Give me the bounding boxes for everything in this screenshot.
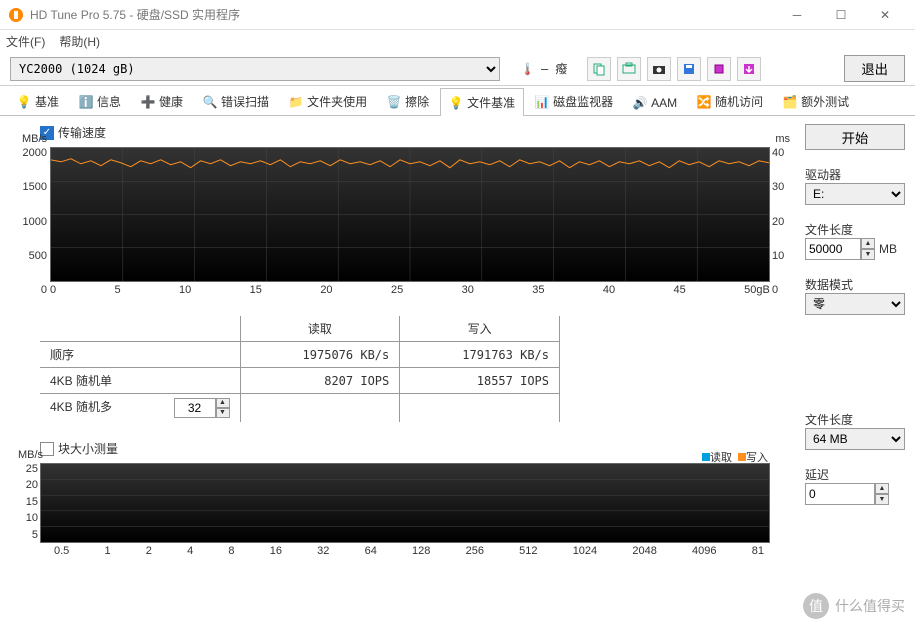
chart2-x-axis: 0.5124816326412825651210242048409681 bbox=[40, 543, 770, 557]
tab-random-access[interactable]: 🔀随机访问 bbox=[688, 87, 772, 115]
menu-file[interactable]: 文件(F) bbox=[6, 33, 45, 50]
qd-up[interactable]: ▲ bbox=[216, 398, 230, 408]
file-length2-label: 文件长度 bbox=[805, 411, 905, 428]
download-icon[interactable] bbox=[737, 57, 761, 81]
drive-label: 驱动器 bbox=[805, 166, 905, 183]
folder-icon: 📁 bbox=[289, 95, 303, 109]
drive-select[interactable]: YC2000 (1024 gB) bbox=[10, 57, 500, 81]
tab-extra-tests[interactable]: 🗂️额外测试 bbox=[774, 87, 858, 115]
table-row: 4KB 随机多 ▲▼ bbox=[40, 394, 560, 423]
menu-help[interactable]: 帮助(H) bbox=[59, 33, 100, 50]
info-icon: ℹ️ bbox=[79, 95, 93, 109]
transfer-speed-chart bbox=[50, 147, 770, 282]
app-icon bbox=[8, 7, 24, 23]
minimize-button[interactable]: ─ bbox=[775, 1, 819, 29]
y-unit-left: MB/s bbox=[22, 133, 47, 145]
chart2-y-axis: 2520151050 bbox=[18, 463, 38, 557]
toolbar: YC2000 (1024 gB) 🌡️ — 癈 退出 bbox=[0, 52, 915, 86]
file-len-up[interactable]: ▲ bbox=[861, 238, 875, 249]
settings-icon[interactable] bbox=[707, 57, 731, 81]
tab-disk-monitor[interactable]: 📊磁盘监视器 bbox=[526, 87, 622, 115]
titlebar: HD Tune Pro 5.75 - 硬盘/SSD 实用程序 ─ ☐ ✕ bbox=[0, 0, 915, 30]
data-mode-label: 数据模式 bbox=[805, 276, 905, 293]
maximize-button[interactable]: ☐ bbox=[819, 1, 863, 29]
drive-letter-select[interactable]: E: bbox=[805, 183, 905, 205]
results-table: 读取写入 顺序1975076 KB/s1791763 KB/s 4KB 随机单8… bbox=[40, 316, 560, 422]
tab-health[interactable]: ➕健康 bbox=[132, 87, 192, 115]
chart1-y-axis-right: 403020100 bbox=[772, 147, 798, 296]
tab-erase[interactable]: 🗑️擦除 bbox=[378, 87, 438, 115]
tab-folder-usage[interactable]: 📁文件夹使用 bbox=[280, 87, 376, 115]
delay-up[interactable]: ▲ bbox=[875, 483, 889, 494]
screenshot-icon[interactable] bbox=[617, 57, 641, 81]
tab-error-scan[interactable]: 🔍错误扫描 bbox=[194, 87, 278, 115]
menubar: 文件(F) 帮助(H) bbox=[0, 30, 915, 52]
file-bench-icon: 💡 bbox=[449, 96, 463, 110]
tabbar: 💡基准 ℹ️信息 ➕健康 🔍错误扫描 📁文件夹使用 🗑️擦除 💡文件基准 📊磁盘… bbox=[0, 86, 915, 116]
delay-label: 延迟 bbox=[805, 466, 905, 483]
watermark: 值 什么值得买 bbox=[803, 593, 905, 619]
chart1-y-axis-left: 2000150010005000 bbox=[15, 147, 47, 296]
temperature-icon: 🌡️ bbox=[520, 62, 535, 76]
monitor-icon: 📊 bbox=[535, 95, 549, 109]
speaker-icon: 🔊 bbox=[633, 96, 647, 110]
gauge-icon: 💡 bbox=[17, 95, 31, 109]
y-unit-right: ms bbox=[775, 133, 790, 145]
window-title: HD Tune Pro 5.75 - 硬盘/SSD 实用程序 bbox=[30, 6, 775, 23]
delay-input[interactable] bbox=[805, 483, 875, 505]
tab-info[interactable]: ℹ️信息 bbox=[70, 87, 130, 115]
health-icon: ➕ bbox=[141, 95, 155, 109]
block-size-label: 块大小测量 bbox=[58, 440, 118, 457]
watermark-logo-icon: 值 bbox=[803, 593, 829, 619]
tab-aam[interactable]: 🔊AAM bbox=[624, 90, 686, 115]
queue-depth-input[interactable] bbox=[174, 398, 216, 418]
random-icon: 🔀 bbox=[697, 95, 711, 109]
delay-down[interactable]: ▼ bbox=[875, 494, 889, 505]
table-row: 顺序1975076 KB/s1791763 KB/s bbox=[40, 342, 560, 368]
start-button[interactable]: 开始 bbox=[805, 124, 905, 150]
block-size-chart bbox=[40, 463, 770, 543]
temp-value: — 癈 bbox=[541, 60, 567, 77]
camera-icon[interactable] bbox=[647, 57, 671, 81]
file-length-input[interactable] bbox=[805, 238, 861, 260]
exit-button[interactable]: 退出 bbox=[844, 55, 905, 82]
save-icon[interactable] bbox=[677, 57, 701, 81]
file-len-down[interactable]: ▼ bbox=[861, 249, 875, 260]
file-length2-select[interactable]: 64 MB bbox=[805, 428, 905, 450]
qd-down[interactable]: ▼ bbox=[216, 408, 230, 418]
mb-unit: MB bbox=[879, 242, 897, 256]
chart2-y-unit: MB/s bbox=[18, 449, 43, 461]
tab-benchmark[interactable]: 💡基准 bbox=[8, 87, 68, 115]
trash-icon: 🗑️ bbox=[387, 95, 401, 109]
chart1-x-axis: 05101520253035404550gB bbox=[50, 282, 770, 296]
extra-icon: 🗂️ bbox=[783, 95, 797, 109]
sidebar: 开始 驱动器 E: 文件长度 ▲▼ MB 数据模式 零 文件长度 64 MB 延… bbox=[805, 124, 905, 557]
table-row: 4KB 随机单8207 IOPS18557 IOPS bbox=[40, 368, 560, 394]
tab-file-benchmark[interactable]: 💡文件基准 bbox=[440, 88, 524, 116]
close-button[interactable]: ✕ bbox=[863, 1, 907, 29]
data-mode-select[interactable]: 零 bbox=[805, 293, 905, 315]
search-icon: 🔍 bbox=[203, 95, 217, 109]
copy-icon[interactable] bbox=[587, 57, 611, 81]
transfer-speed-label: 传输速度 bbox=[58, 124, 106, 141]
file-length-label: 文件长度 bbox=[805, 221, 905, 238]
